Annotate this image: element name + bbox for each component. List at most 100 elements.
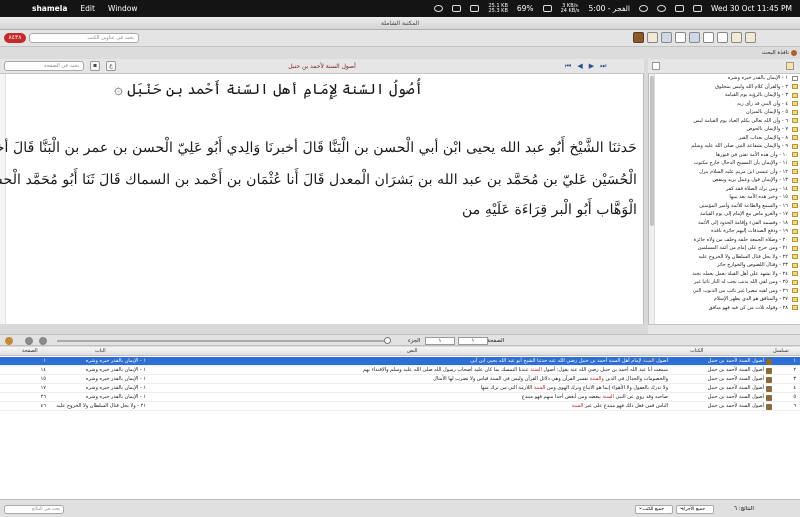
col-page[interactable]: الصفحة [22,347,38,356]
next-page-icon[interactable]: ▶ [589,62,594,70]
parts-filter-select[interactable]: جميع الأجزاء [676,504,714,514]
menu-window[interactable]: Window [108,4,138,13]
back-icon[interactable] [25,337,33,345]
page-search-input[interactable]: بحث في الصفحة [4,61,84,71]
toc-item[interactable]: ٤ - وأن النبي قد رأى ربه [649,100,800,109]
print-icon[interactable] [689,32,700,43]
search-highlight: السنة [533,385,546,391]
control-center-icon[interactable] [692,5,702,12]
copy-icon[interactable] [675,32,686,43]
folder-open-icon[interactable] [786,62,794,70]
table-of-contents: ١ - الإيمان بالقدر خيره وشره ٢ - والقرآن … [648,74,800,324]
col-book[interactable]: الكتاب [690,347,703,356]
toc-item[interactable]: ٢٢ - ولا يحل قتال السلطان ولا الخروج علي… [649,253,800,262]
page-slider[interactable] [57,340,387,342]
toc-item[interactable]: ٢٣ - وقتال اللصوص والخوارج جائز [649,261,800,270]
results-filter-input[interactable]: بحث في النتائج [4,505,64,514]
first-page-icon[interactable]: ⏮ [565,62,571,70]
col-index[interactable]: تسلسل [773,347,789,356]
toc-item[interactable]: ١٩ - ودفع الصدقات إليهم جائزة نافذة [649,227,800,236]
toc-item[interactable]: ٦ - وأن الله تعالى يكلم العباد يوم القيا… [649,117,800,126]
page-input[interactable]: ١ [458,336,488,345]
toc-item[interactable]: ١٦ - والسمع والطاعة للأئمة وأمير المؤمني… [649,202,800,211]
book-text-view[interactable]: أُصُولُ السّنة لِإِمَامِ أهل السّنة أَحْ… [0,74,644,324]
prayer-time[interactable]: الفجر - 5:00 [589,4,630,13]
reader-scrollbar[interactable] [0,74,6,324]
toc-item[interactable]: ٢٥ - ومن لقي الله بذنب يجب له النار تائب… [649,278,800,287]
search-icon[interactable] [717,32,728,43]
folder-icon [792,245,798,251]
cell-book: أصول السنة لأحمد بن حنبل [707,358,764,364]
toc-item[interactable]: ١١ - والإيمان بأن المسيح الدجال خارج مكت… [649,159,800,168]
toc-item[interactable]: ٣ - والإيمان بالرؤية يوم القيامة [649,91,800,100]
table-row[interactable]: ٢ أصول السنة لأحمد بن حنبل سمعت أبا عبد ال… [0,366,800,375]
toc-item[interactable]: ٥ - والإيمان بالميزان [649,108,800,117]
toc-item[interactable]: ٢ - والقرآن كلام الله وليس بمخلوق [649,83,800,92]
col-text[interactable]: النص [407,347,418,356]
toc-item[interactable]: ٢٤ - ولا نشهد على أهل القبلة بعمل يعمله … [649,270,800,279]
col-chapter[interactable]: الباب [95,347,106,356]
folder-icon [792,186,798,191]
table-row[interactable]: ٤ أصول السنة لأحمد بن حنبل ولا تدرك بالعقو… [0,384,800,393]
folder-icon[interactable]: ▪ [90,61,100,71]
toc-item[interactable]: ١٢ - وأن عيسى ابن مريم عليه السلام ينزل [649,168,800,177]
table-row[interactable]: ٥ أصول السنة لأحمد بن حنبل صاحبه وقد روي ع… [0,393,800,402]
toc-item[interactable]: ٢٨ - وقوله ثلاث من كن فيه فهو منافق [649,304,800,313]
toc-item[interactable]: ١ - الإيمان بالقدر خيره وشره [649,74,800,83]
text-format-icon[interactable]: ع [106,61,116,71]
folder-icon [792,152,798,157]
collapse-icon[interactable] [652,62,660,70]
toc-item[interactable]: ١٥ - وخير هذه الأمة بعد نبيها [649,193,800,202]
net-stats[interactable]: 25.1 KB 25.3 KB [488,3,507,14]
toc-item[interactable]: ٢٠ - وصلاة الجمعة خلفه وخلف من ولاه جائز… [649,236,800,245]
grid-icon[interactable] [542,5,552,12]
toc-item[interactable]: ٢٦ - ومن لقيه مصرا غير تائب من الذنوب ال… [649,287,800,296]
book-icon [766,385,772,392]
toc-item[interactable]: ٩ - والإيمان بشفاعة النبي صلى الله عليه … [649,142,800,151]
search-icon[interactable] [674,5,684,12]
toc-item[interactable]: ٢٧ - والمنافق هو الذي يظهر الإسلام [649,295,800,304]
toc-item[interactable]: ١٧ - والغزو ماض مع الإمام إلى يوم القيام… [649,210,800,219]
text-after: عندنا التمسك بما كان عليه أصحاب رسول الل… [362,367,531,373]
cell-index: ٥ [793,394,796,400]
notes-icon[interactable] [661,32,672,43]
clock[interactable]: Wed 30 Oct 11:45 PM [711,4,792,13]
toc-item[interactable]: ١٠ - وأن هذه الأمة تفتن في قبورها [649,151,800,160]
folder-icon [792,101,798,106]
books-filter-select[interactable]: جميع الكتب [635,504,673,514]
book-open-icon[interactable] [647,32,658,43]
speed-stats[interactable]: 3 KB/s 24 KB/s [561,3,580,14]
last-page-icon[interactable]: ⏭ [600,62,606,70]
lock-icon[interactable] [470,5,480,12]
table-row[interactable]: ٣ أصول السنة لأحمد بن حنبل والخصومات والجد… [0,375,800,384]
battery-icon[interactable] [638,5,648,12]
toc-item[interactable]: ٧ - والإيمان بالحوض [649,125,800,134]
app-menu[interactable]: shamela [32,4,67,13]
toc-item[interactable]: ١٣ - والإيمان قول وعمل يزيد وينقص [649,176,800,185]
toc-item[interactable]: ١٨ - وقسمة الفيء وإقامة الحدود إلى الأئم… [649,219,800,228]
page-slider-knob[interactable] [384,337,391,344]
table-row[interactable]: ١ أصول السنة لأحمد بن حنبل أصول السنة لإما… [0,357,800,366]
table-row[interactable]: ٦ أصول السنة لأحمد بن حنبل الناس فمن فعل ذ… [0,402,800,411]
wifi-icon[interactable] [656,5,666,12]
display-icon[interactable] [452,5,462,12]
forward-icon[interactable] [39,337,47,345]
part-input[interactable]: ١ [425,336,455,345]
tab-search-window[interactable]: نافذة البحث [762,47,797,59]
menu-edit[interactable]: Edit [80,4,95,13]
toc-item[interactable]: ١٤ - ومن ترك الصلاة فقد كفر [649,185,800,194]
cell-index: ٤ [793,385,796,391]
record-icon[interactable] [434,5,444,12]
toc-item[interactable]: ٨ - والإيمان بعذاب القبر [649,134,800,143]
bookmark-icon[interactable] [5,337,13,345]
battery-percent[interactable]: 69% [517,4,534,13]
library-icon[interactable] [633,32,644,43]
toc-item[interactable]: ٢١ - ومن خرج على إمام من أئمة المسلمين [649,244,800,253]
prev-page-icon[interactable]: ◀ [577,62,582,70]
toc-item-label: ١٨ - وقسمة الفيء وإقامة الحدود إلى الأئم… [698,219,788,226]
book-search-input[interactable]: بحث في عناوين الكتب [29,33,139,43]
save-icon[interactable] [703,32,714,43]
help-icon[interactable] [745,32,756,43]
settings-icon[interactable] [731,32,742,43]
cell-page: ١ [43,358,46,364]
